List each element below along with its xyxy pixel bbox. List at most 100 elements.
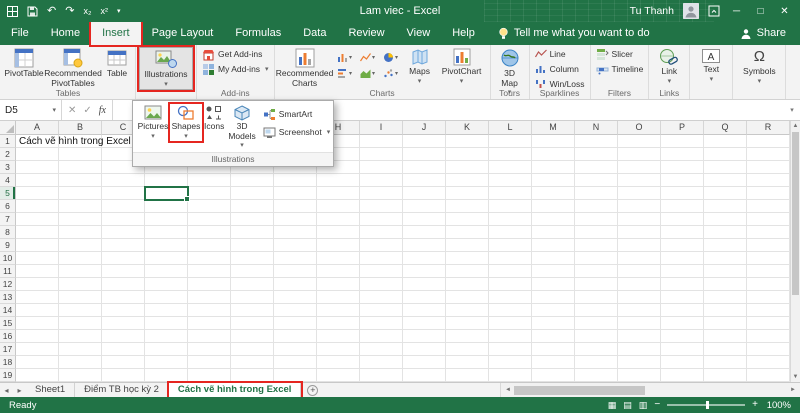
row-header-10[interactable]: 10 [0, 252, 16, 265]
zoom-out-button[interactable]: − [654, 400, 660, 410]
tab-insert[interactable]: Insert [91, 22, 141, 45]
new-sheet-button[interactable]: + [307, 385, 318, 396]
shapes-button[interactable]: Shapes [170, 104, 202, 141]
row-header-14[interactable]: 14 [0, 304, 16, 317]
vertical-scroll-track[interactable] [791, 131, 800, 372]
column-header-O[interactable]: O [618, 121, 661, 135]
row-header-17[interactable]: 17 [0, 343, 16, 356]
link-button[interactable]: Link [652, 47, 686, 86]
user-avatar[interactable] [683, 3, 699, 19]
tab-file[interactable]: File [0, 22, 40, 45]
vertical-scrollbar[interactable]: ▲ ▼ [790, 121, 800, 382]
name-box[interactable]: D5 ▾ [0, 100, 62, 120]
row-header-11[interactable]: 11 [0, 265, 16, 278]
column-header-L[interactable]: L [489, 121, 532, 135]
slicer-button[interactable]: Slicer [594, 47, 646, 61]
scroll-up-icon[interactable]: ▲ [793, 121, 799, 131]
row-header-3[interactable]: 3 [0, 161, 16, 174]
insert-pie-chart-button[interactable] [380, 50, 402, 65]
row-header-2[interactable]: 2 [0, 148, 16, 161]
row-header-13[interactable]: 13 [0, 291, 16, 304]
row-header-18[interactable]: 18 [0, 356, 16, 369]
name-box-dropdown-icon[interactable]: ▾ [52, 106, 56, 114]
undo-button[interactable]: ↶ [47, 6, 56, 17]
ribbon-display-options-icon[interactable] [708, 5, 720, 17]
row-header-15[interactable]: 15 [0, 317, 16, 330]
pivotchart-button[interactable]: PivotChart [437, 47, 487, 86]
sparkline-column-button[interactable]: Column [533, 62, 587, 76]
row-header-4[interactable]: 4 [0, 174, 16, 187]
save-icon[interactable] [27, 6, 38, 17]
tab-page-layout[interactable]: Page Layout [141, 22, 225, 45]
column-header-J[interactable]: J [403, 121, 446, 135]
scroll-down-icon[interactable]: ▼ [793, 372, 799, 382]
insert-scatter-chart-button[interactable] [380, 66, 402, 81]
tab-view[interactable]: View [396, 22, 442, 45]
view-page-layout-icon[interactable]: ▤ [623, 401, 632, 410]
insert-column-chart-button[interactable] [334, 50, 356, 65]
tab-review[interactable]: Review [337, 22, 395, 45]
tell-me-box[interactable]: Tell me what you want to do [498, 22, 650, 45]
row-header-8[interactable]: 8 [0, 226, 16, 239]
tab-help[interactable]: Help [441, 22, 486, 45]
screenshot-button[interactable]: Screenshot [261, 125, 333, 139]
share-button[interactable]: Share [740, 22, 800, 45]
illustrations-button[interactable]: Illustrations [139, 47, 193, 90]
recommended-pivottables-button[interactable]: Recommended PivotTables [45, 47, 101, 89]
select-all-button[interactable] [0, 121, 16, 135]
pivottable-button[interactable]: PivotTable [4, 47, 44, 80]
hscroll-right-icon[interactable]: ► [788, 385, 798, 395]
formula-bar-expand-icon[interactable]: ▾ [784, 100, 800, 120]
maximize-button[interactable]: □ [753, 6, 768, 17]
minimize-button[interactable]: ─ [729, 6, 744, 17]
sheet-nav-right-icon[interactable]: ▸ [13, 386, 26, 395]
column-header-N[interactable]: N [575, 121, 618, 135]
row-header-9[interactable]: 9 [0, 239, 16, 252]
row-header-6[interactable]: 6 [0, 200, 16, 213]
hscroll-left-icon[interactable]: ◄ [503, 385, 513, 395]
view-normal-icon[interactable]: ▦ [608, 401, 617, 410]
subscript-button[interactable]: x₂ [83, 7, 91, 16]
column-header-A[interactable]: A [16, 121, 59, 135]
tab-home[interactable]: Home [40, 22, 91, 45]
table-button[interactable]: Table [102, 47, 132, 80]
view-page-break-icon[interactable]: ▥ [639, 401, 648, 410]
superscript-button[interactable]: x² [100, 7, 108, 16]
horizontal-scrollbar[interactable]: ◄ ► [500, 383, 800, 397]
insert-bar-chart-button[interactable] [334, 66, 356, 81]
recommended-charts-button[interactable]: Recommended Charts [278, 47, 332, 89]
tab-data[interactable]: Data [292, 22, 337, 45]
insert-function-button[interactable]: fx [99, 105, 106, 116]
insert-area-chart-button[interactable] [357, 66, 379, 81]
column-header-K[interactable]: K [446, 121, 489, 135]
column-header-I[interactable]: I [360, 121, 403, 135]
sheet-tab-sheet1[interactable]: Sheet1 [26, 383, 75, 397]
row-header-16[interactable]: 16 [0, 330, 16, 343]
get-addins-button[interactable]: Get Add-ins [200, 47, 271, 61]
timeline-button[interactable]: Timeline [594, 62, 646, 76]
tab-formulas[interactable]: Formulas [224, 22, 292, 45]
row-header-19[interactable]: 19 [0, 369, 16, 382]
row-header-12[interactable]: 12 [0, 278, 16, 291]
formula-cancel-icon[interactable]: ✕ [68, 105, 76, 116]
sheet-tab-cach-ve-hinh-trong-excel[interactable]: Cách vẽ hình trong Excel [169, 383, 302, 397]
column-header-P[interactable]: P [661, 121, 704, 135]
3d-models-button[interactable]: 3D Models [226, 104, 257, 150]
sparkline-line-button[interactable]: Line [533, 47, 587, 61]
close-button[interactable]: ✕ [777, 6, 792, 17]
user-name[interactable]: Tu Thanh [630, 5, 674, 17]
sheet-nav-left-icon[interactable]: ◂ [0, 386, 13, 395]
column-header-B[interactable]: B [59, 121, 102, 135]
my-addins-button[interactable]: My Add-ins [200, 62, 271, 76]
text-button[interactable]: A Text [693, 47, 729, 84]
zoom-slider[interactable] [667, 404, 745, 406]
horizontal-scroll-thumb[interactable] [514, 386, 645, 395]
vertical-scroll-thumb[interactable] [792, 132, 799, 295]
active-cell-selection[interactable] [144, 186, 189, 201]
redo-button[interactable]: ↷ [65, 6, 74, 17]
grid-canvas[interactable]: Cách vẽ hình trong Excel [16, 135, 790, 382]
horizontal-scroll-track[interactable] [514, 386, 787, 395]
zoom-in-button[interactable]: + [752, 400, 758, 410]
pictures-button[interactable]: Pictures [136, 104, 170, 141]
sheet-tab-diem-tb-hoc-ky-2[interactable]: Điểm TB học kỳ 2 [75, 383, 169, 397]
